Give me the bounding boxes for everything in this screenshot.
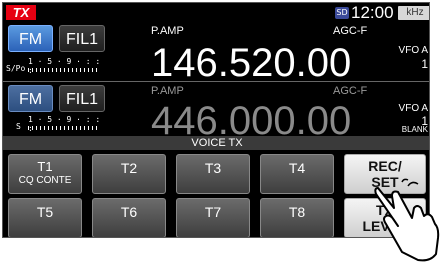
voice-key-t6[interactable]: T6	[92, 198, 166, 237]
pointing-hand-icon	[374, 178, 440, 262]
frequency-sub[interactable]: 446.000.00	[151, 101, 351, 141]
mode-button-main[interactable]: FM	[8, 25, 53, 52]
key-label: T7	[204, 204, 222, 220]
voice-tx-title: VOICE TX	[3, 136, 429, 150]
sd-card-icon: SD	[335, 7, 349, 19]
meter-scale-sub: 1 · 5 · 9 · : : :	[28, 115, 101, 133]
key-label: T3	[204, 160, 222, 176]
tx-indicator: TX	[6, 5, 36, 20]
voice-key-t7[interactable]: T7	[176, 198, 250, 237]
key-sublabel: CQ CONTE	[18, 175, 72, 186]
filter-button-main[interactable]: FIL1	[59, 25, 105, 52]
khz-button[interactable]: kHz	[398, 6, 429, 20]
clock: 12:00	[351, 3, 394, 22]
s-meter-sub: S 1 · 5 · 9 · : : :	[6, 115, 101, 133]
key-label: REC/	[368, 158, 402, 174]
vfo-number-main: 1	[421, 57, 428, 71]
vfo-label-sub: VFO A	[398, 103, 428, 114]
frequency-main[interactable]: 146.520.00	[151, 43, 351, 83]
voice-key-t2[interactable]: T2	[92, 154, 166, 194]
key-label: T8	[288, 204, 306, 220]
voice-key-t4[interactable]: T4	[260, 154, 334, 194]
voice-key-t8[interactable]: T8	[260, 198, 334, 237]
key-label: T5	[36, 204, 54, 220]
vfo-label-main: VFO A	[398, 45, 428, 56]
meter-ticks-sub	[28, 126, 98, 130]
voice-key-t1[interactable]: T1 CQ CONTE	[8, 154, 82, 194]
key-label: T6	[120, 204, 138, 220]
key-label: T1	[37, 159, 53, 174]
filter-button-sub[interactable]: FIL1	[59, 85, 105, 112]
key-label: T4	[288, 160, 306, 176]
voice-key-t3[interactable]: T3	[176, 154, 250, 194]
mode-button-sub[interactable]: FM	[8, 85, 53, 112]
meter-label-main: S/Po	[6, 64, 26, 73]
meter-ticks-main	[28, 68, 98, 72]
preamp-label-main: P.AMP	[151, 25, 184, 37]
meter-label-sub: S	[16, 122, 21, 131]
key-label: T2	[120, 160, 138, 176]
blank-label-sub: BLANK	[401, 125, 428, 134]
agc-label-sub: AGC-F	[333, 85, 368, 97]
radio-display: TX SD 12:00 kHz FM FIL1 P.AMP AGC-F S/Po…	[2, 2, 430, 238]
voice-key-t5[interactable]: T5	[8, 198, 82, 237]
meter-scale-main: 1 · 5 · 9 · : : :	[28, 57, 101, 75]
s-meter-main: S/Po 1 · 5 · 9 · : : :	[6, 57, 101, 75]
divider	[3, 81, 429, 82]
preamp-label-sub: P.AMP	[151, 85, 184, 97]
agc-label-main: AGC-F	[333, 25, 368, 37]
